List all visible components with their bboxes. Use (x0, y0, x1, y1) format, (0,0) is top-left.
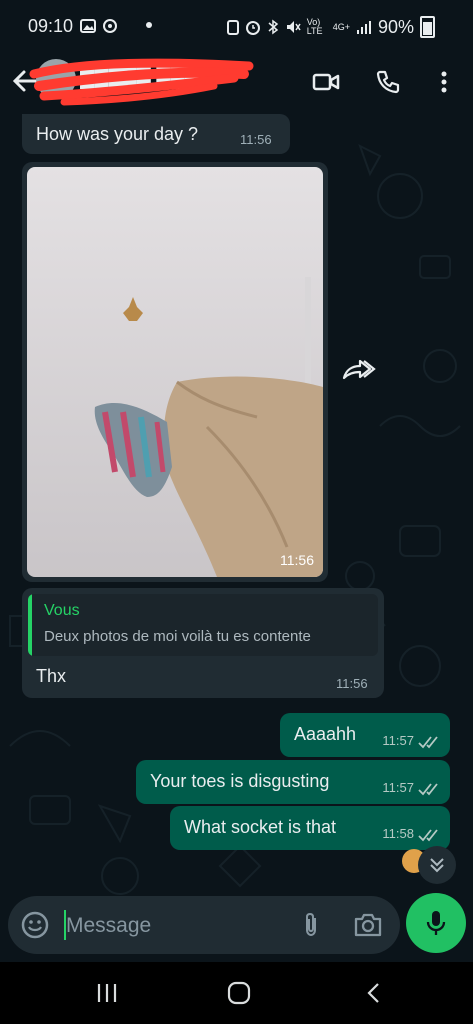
emoji-icon[interactable] (20, 910, 50, 940)
more-vert-icon (441, 71, 447, 93)
notification-dot (146, 22, 152, 28)
redaction-scribble (29, 58, 254, 106)
mute-icon (286, 21, 301, 33)
battery-saver-icon (226, 20, 239, 35)
nav-back-icon[interactable] (360, 980, 390, 1006)
photo-image[interactable] (27, 167, 323, 577)
message-text: Thx (36, 666, 67, 686)
phone-icon (376, 70, 400, 94)
alarm-icon (245, 21, 260, 35)
message-bubble-outgoing[interactable]: Aaaahh 11:57 (280, 713, 450, 757)
home-icon[interactable] (224, 980, 254, 1006)
read-receipt-icon (418, 783, 438, 796)
read-receipt-icon (418, 829, 438, 842)
volte-indicator: Vo) LTE (306, 17, 323, 36)
read-receipt-icon (418, 736, 438, 749)
message-bubble-incoming[interactable]: How was your day ? 11:56 (22, 114, 290, 154)
gallery-notification-icon (80, 19, 96, 33)
quote-bar (28, 594, 32, 656)
microphone-icon (426, 911, 446, 935)
quote-text: Deux photos de moi voilà tu es contente (44, 628, 311, 645)
message-bubble-outgoing[interactable]: Your toes is disgusting 11:57 (136, 760, 450, 804)
recent-apps-icon[interactable] (92, 980, 122, 1006)
video-call-button[interactable] (310, 66, 342, 98)
photo-message[interactable]: 11:56 (22, 162, 328, 582)
message-text: How was your day ? (36, 124, 199, 144)
system-icons: Vo) LTE 4G+ 90% (226, 16, 435, 38)
message-time: 11:57 (382, 733, 414, 748)
photo-leg-sock (27, 167, 323, 577)
status-bar: 09:10 Vo) LTE 4G+ 90% (0, 0, 473, 56)
quoted-message[interactable]: Vous Deux photos de moi voilà tu es cont… (28, 594, 378, 656)
battery-icon (420, 16, 435, 38)
more-options-button[interactable] (428, 66, 460, 98)
voice-message-button[interactable] (406, 893, 466, 953)
quote-author: Vous (44, 602, 80, 619)
message-time: 11:56 (336, 676, 368, 691)
message-input[interactable] (64, 906, 288, 946)
video-call-icon (312, 73, 340, 91)
scroll-to-bottom-button[interactable] (418, 846, 456, 884)
camera-icon[interactable] (352, 910, 384, 940)
system-navigation-bar (0, 962, 473, 1024)
message-text: What socket is that (184, 817, 337, 837)
bluetooth-icon (268, 19, 278, 35)
message-text: Aaaahh (294, 724, 357, 744)
forward-icon[interactable] (340, 356, 376, 386)
network-type: 4G+ (332, 22, 350, 32)
message-composer (8, 896, 400, 954)
attachment-icon[interactable] (296, 910, 326, 940)
sync-notification-icon (103, 19, 117, 33)
message-text: Your toes is disgusting (150, 771, 330, 791)
status-time: 09:10 (28, 16, 74, 36)
message-time: 11:56 (280, 552, 314, 568)
message-time: 11:56 (240, 132, 272, 147)
text-caret (64, 910, 66, 940)
signal-icon (356, 21, 371, 34)
chat-header: █████ ███ (0, 56, 473, 106)
battery-percent: 90% (377, 16, 414, 37)
message-bubble-outgoing[interactable]: What socket is that 11:58 (170, 806, 450, 850)
chat-area[interactable]: How was your day ? 11:56 11:56 Vous Deux… (0, 106, 473, 958)
notification-icons (80, 18, 118, 34)
message-time: 11:57 (382, 780, 414, 795)
message-time: 11:58 (382, 826, 414, 841)
double-chevron-down-icon (430, 858, 444, 873)
voice-call-button[interactable] (372, 66, 404, 98)
reply-message[interactable]: Vous Deux photos de moi voilà tu es cont… (22, 588, 384, 698)
